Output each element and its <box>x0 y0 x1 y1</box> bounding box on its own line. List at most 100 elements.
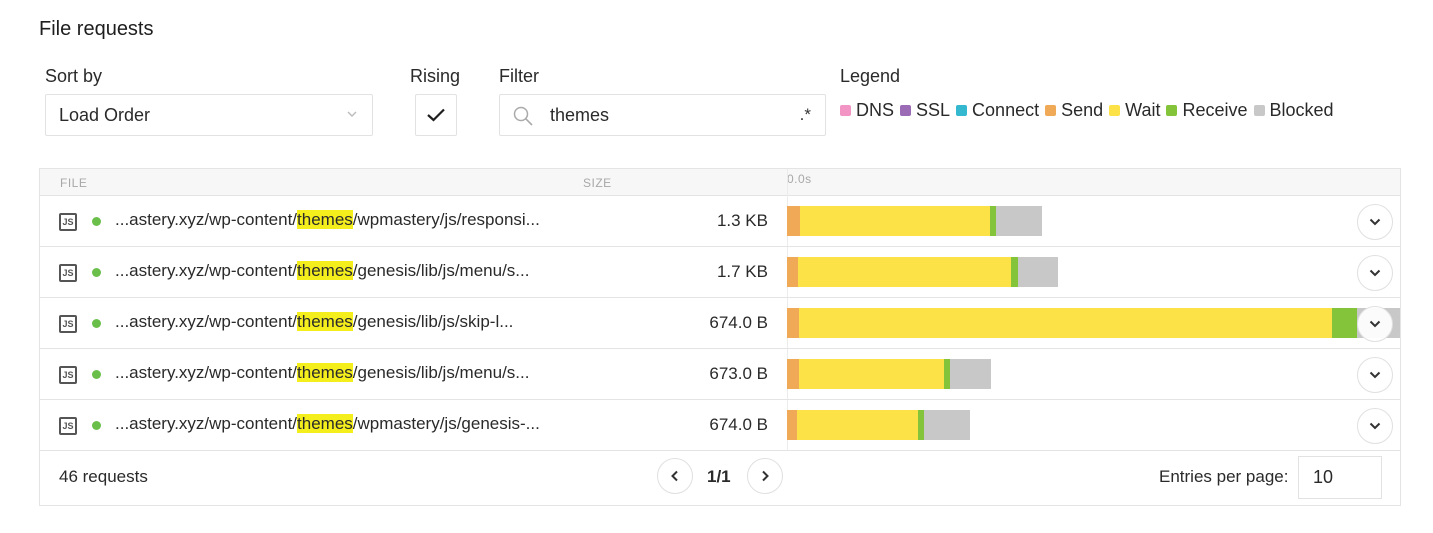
regex-toggle[interactable]: .* <box>800 105 811 125</box>
timing-segment-send <box>787 359 800 389</box>
url-filter-match: themes <box>297 261 353 280</box>
legend-label-dns: DNS <box>856 100 895 120</box>
sort-by-label: Sort by <box>45 66 103 86</box>
checkmark-icon <box>427 108 445 122</box>
legend-swatch-send <box>1045 105 1057 116</box>
column-header-file: FILE <box>60 176 88 190</box>
file-url-link[interactable]: ...astery.xyz/wp-content/themes/genesis/… <box>115 261 529 281</box>
legend-swatch-wait <box>1109 105 1121 116</box>
legend-label-connect: Connect <box>972 100 1040 120</box>
file-url-link[interactable]: ...astery.xyz/wp-content/themes/genesis/… <box>115 363 529 383</box>
timing-bar <box>787 410 1400 440</box>
chevron-down-icon <box>1369 371 1381 379</box>
file-url-link[interactable]: ...astery.xyz/wp-content/themes/wpmaster… <box>115 210 540 230</box>
file-size: 1.3 KB <box>716 211 768 230</box>
legend-item-dns: DNS <box>840 100 894 121</box>
timing-segment-wait <box>796 410 919 440</box>
legend-swatch-blocked <box>1253 105 1265 116</box>
file-size: 1.7 KB <box>716 262 768 281</box>
legend-item-send: Send <box>1045 100 1103 121</box>
chevron-left-icon <box>671 470 678 482</box>
legend-swatch-dns <box>840 105 851 116</box>
url-prefix: ...astery.xyz/wp-content/ <box>115 414 298 433</box>
url-prefix: ...astery.xyz/wp-content/ <box>115 363 298 382</box>
timing-bar <box>787 206 1400 236</box>
legend-label-blocked: Blocked <box>1269 100 1334 120</box>
file-url-link[interactable]: ...astery.xyz/wp-content/themes/genesis/… <box>115 312 513 332</box>
table-row[interactable]: JS ...astery.xyz/wp-content/themes/genes… <box>40 247 1400 298</box>
sort-by-select[interactable]: Load Order <box>45 94 373 136</box>
legend-item-connect: Connect <box>956 100 1039 121</box>
table-footer: 46 requests 1/1 Entries per page: <box>40 450 1400 506</box>
timing-segment-send <box>787 257 799 287</box>
expand-row-button[interactable] <box>1357 408 1393 444</box>
url-suffix: /genesis/lib/js/menu/s... <box>352 261 530 280</box>
legend-item-ssl: SSL <box>900 100 950 121</box>
timing-segment-send <box>787 410 797 440</box>
rising-label: Rising <box>410 66 461 86</box>
chevron-down-icon <box>1369 218 1381 226</box>
status-ok-icon <box>92 370 101 379</box>
timing-segment-blocked <box>1018 257 1058 287</box>
table-row[interactable]: JS ...astery.xyz/wp-content/themes/genes… <box>40 349 1400 400</box>
expand-row-button[interactable] <box>1357 306 1393 342</box>
expand-row-button[interactable] <box>1357 255 1393 291</box>
search-icon <box>513 106 533 126</box>
js-file-icon: JS <box>59 213 77 231</box>
legend-label: Legend <box>840 66 901 86</box>
js-file-icon: JS <box>59 366 77 384</box>
url-suffix: /wpmastery/js/genesis-... <box>352 414 540 433</box>
table-row[interactable]: JS ...astery.xyz/wp-content/themes/wpmas… <box>40 196 1400 247</box>
table-row[interactable]: JS ...astery.xyz/wp-content/themes/genes… <box>40 298 1400 349</box>
timing-segment-send <box>787 308 800 338</box>
url-filter-match: themes <box>297 414 353 433</box>
url-suffix: /genesis/lib/js/skip-l... <box>352 312 514 331</box>
file-size: 674.0 B <box>709 415 768 434</box>
timing-segment-blocked <box>923 410 971 440</box>
table-row[interactable]: JS ...astery.xyz/wp-content/themes/wpmas… <box>40 400 1400 451</box>
status-ok-icon <box>92 217 101 226</box>
table-header: FILE SIZE 0.0s <box>40 169 1400 196</box>
prev-page-button[interactable] <box>657 458 693 494</box>
url-filter-match: themes <box>297 210 353 229</box>
legend-swatch-receive <box>1166 105 1178 116</box>
url-prefix: ...astery.xyz/wp-content/ <box>115 210 298 229</box>
expand-row-button[interactable] <box>1357 204 1393 240</box>
page-indicator: 1/1 <box>707 467 731 486</box>
file-url-link[interactable]: ...astery.xyz/wp-content/themes/wpmaster… <box>115 414 540 434</box>
timing-bar <box>787 257 1400 287</box>
timing-segment-receive <box>1011 257 1019 287</box>
file-requests-table: FILE SIZE 0.0s JS ...astery.xyz/wp-conte… <box>39 168 1401 506</box>
sort-by-value: Load Order <box>59 104 151 125</box>
timing-segment-blocked <box>950 359 992 389</box>
next-page-button[interactable] <box>747 458 783 494</box>
legend-label-wait: Wait <box>1125 100 1161 120</box>
chevron-down-icon <box>1369 320 1381 328</box>
url-suffix: /genesis/lib/js/menu/s... <box>352 363 530 382</box>
legend-label-receive: Receive <box>1182 100 1248 120</box>
url-filter-match: themes <box>297 363 353 382</box>
entries-per-page-label: Entries per page: <box>1159 467 1289 486</box>
expand-row-button[interactable] <box>1357 357 1393 393</box>
rising-checkbox[interactable] <box>415 94 457 136</box>
timing-segment-send <box>787 206 800 236</box>
legend-item-blocked: Blocked <box>1253 100 1334 121</box>
filter-field[interactable]: .* <box>499 94 826 136</box>
legend: DNS SSL Connect Send Wait Receive Blocked <box>840 100 1340 121</box>
page-title: File requests <box>39 18 154 40</box>
request-count: 46 requests <box>59 467 148 486</box>
timing-segment-blocked <box>996 206 1042 236</box>
chevron-down-icon <box>1369 422 1381 430</box>
url-filter-match: themes <box>297 312 353 331</box>
file-size: 673.0 B <box>709 364 768 383</box>
url-prefix: ...astery.xyz/wp-content/ <box>115 312 298 331</box>
timing-bar <box>787 359 1400 389</box>
entries-per-page-input[interactable] <box>1298 456 1382 499</box>
timing-segment-wait <box>799 359 944 389</box>
chevron-down-icon <box>347 111 357 117</box>
column-header-timeline: 0.0s <box>787 172 812 186</box>
filter-input[interactable] <box>550 103 780 127</box>
legend-swatch-connect <box>956 105 968 116</box>
column-header-size: SIZE <box>583 176 612 190</box>
timing-segment-wait <box>798 257 1012 287</box>
